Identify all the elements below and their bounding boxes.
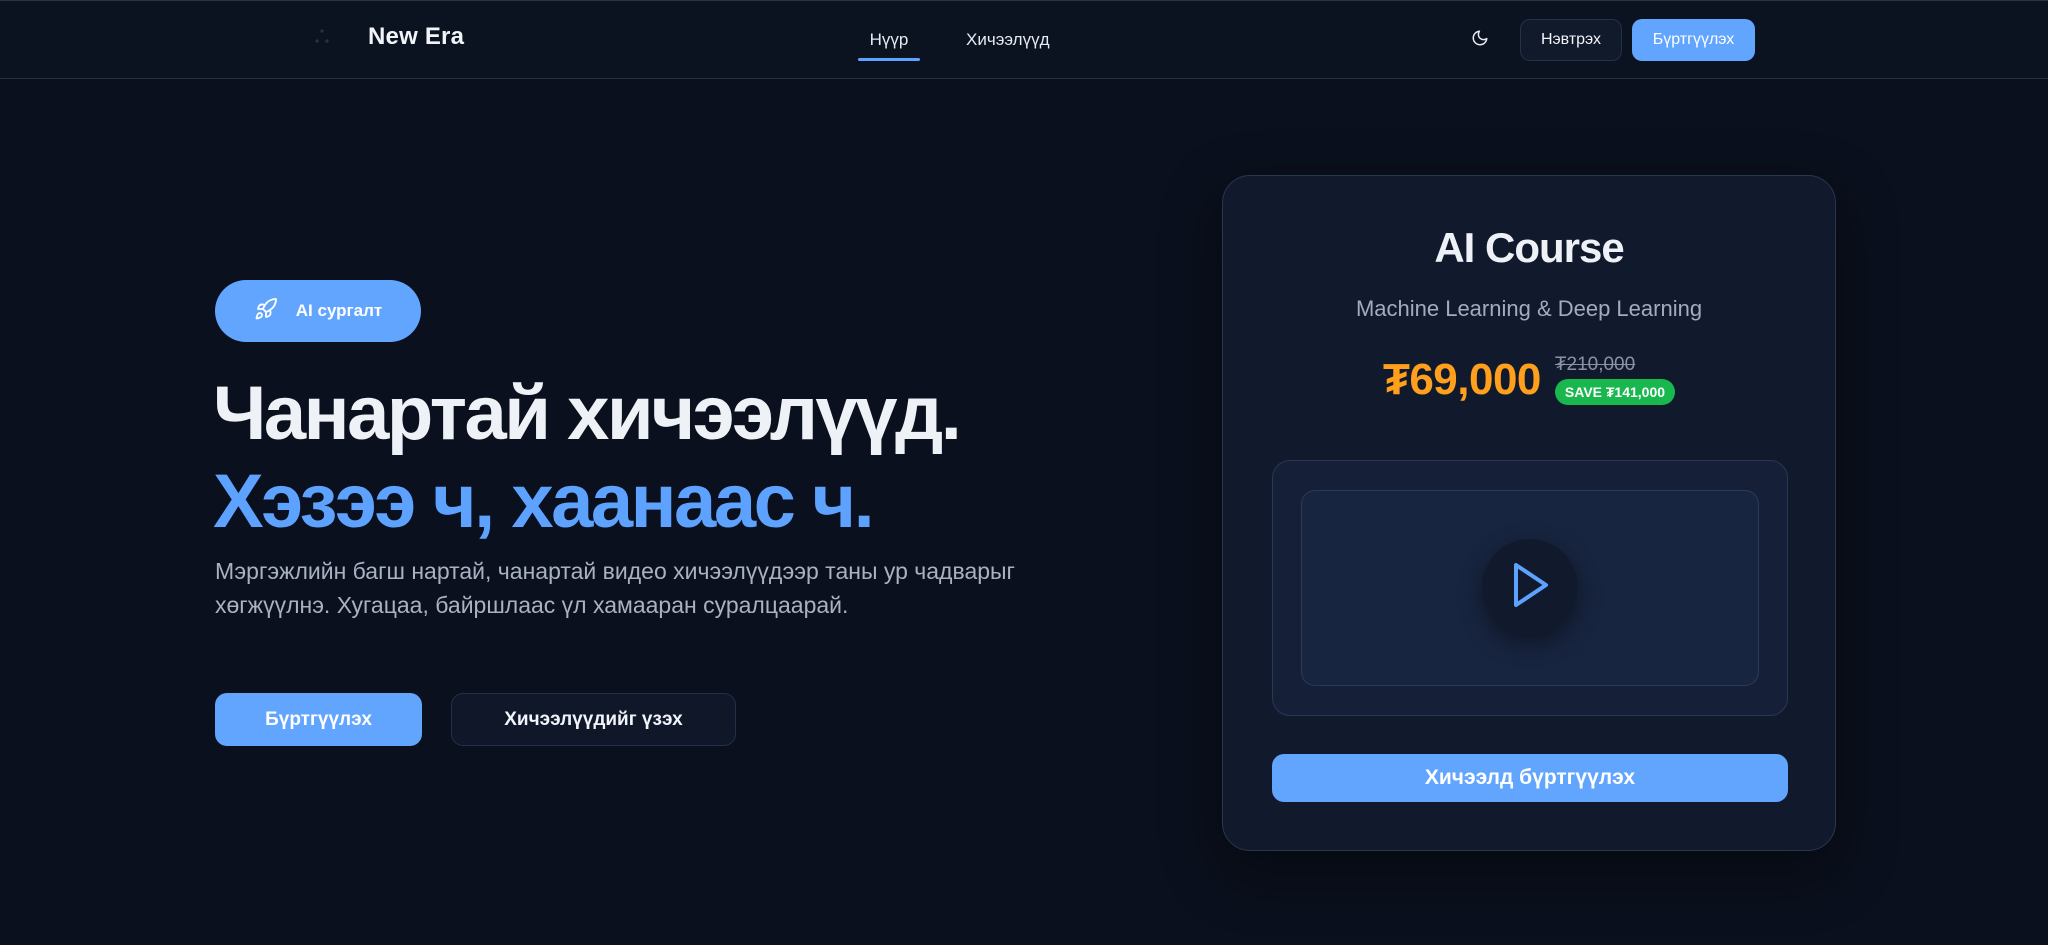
headline-line-2: Хэзээ ч, хаанаас ч. [213, 459, 875, 544]
nav-item-home[interactable]: Нүүр [858, 1, 920, 79]
play-button[interactable] [1482, 539, 1578, 635]
top-navbar: New Era Нүүр Хичээлүүд Нэвтрэх Бүртгүүлэ… [0, 0, 2048, 79]
page: New Era Нүүр Хичээлүүд Нэвтрэх Бүртгүүлэ… [0, 0, 2048, 945]
play-icon [1508, 560, 1552, 615]
current-price: ₮69,000 [1382, 354, 1541, 404]
view-lessons-button[interactable]: Хичээлүүдийг үзэх [451, 693, 736, 746]
course-card: AI Course Machine Learning & Deep Learni… [1222, 175, 1836, 851]
moon-icon [1471, 29, 1489, 52]
rocket-icon [254, 297, 296, 326]
register-button-header[interactable]: Бүртгүүлэх [1632, 19, 1755, 61]
enroll-course-button[interactable]: Хичээлд бүртгүүлэх [1272, 754, 1788, 802]
headline-line-1: Чанартай хичээлүүд. [213, 371, 962, 456]
video-frame[interactable] [1301, 490, 1759, 686]
login-button[interactable]: Нэвтрэх [1520, 19, 1622, 61]
save-badge: SAVE ₮141,000 [1554, 379, 1676, 405]
ai-course-badge: AI сургалт [215, 280, 421, 342]
badge-label: AI сургалт [295, 301, 383, 320]
course-title: AI Course [1434, 224, 1624, 271]
hero-headline: Чанартай хичээлүүд. Хэзээ ч, хаанаас ч. [213, 370, 1113, 546]
main-nav: Нүүр Хичээлүүд [858, 1, 1050, 79]
theme-toggle-button[interactable] [1468, 28, 1492, 52]
price-aside: ₮210,000 SAVE ₮141,000 [1554, 354, 1676, 405]
brand[interactable]: New Era [312, 23, 464, 51]
price-row: ₮69,000 ₮210,000 SAVE ₮141,000 [1223, 354, 1835, 405]
nav-item-lessons[interactable]: Хичээлүүд [966, 1, 1050, 79]
video-preview [1272, 460, 1788, 716]
brand-name: New Era [368, 23, 465, 50]
logo-icon [312, 27, 332, 47]
hero-description: Мэргэжлийн багш нартай, чанартай видео х… [215, 558, 1015, 618]
course-subtitle: Machine Learning & Deep Learning [1355, 296, 1703, 321]
register-button[interactable]: Бүртгүүлэх [215, 693, 422, 746]
old-price: ₮210,000 [1554, 354, 1636, 375]
